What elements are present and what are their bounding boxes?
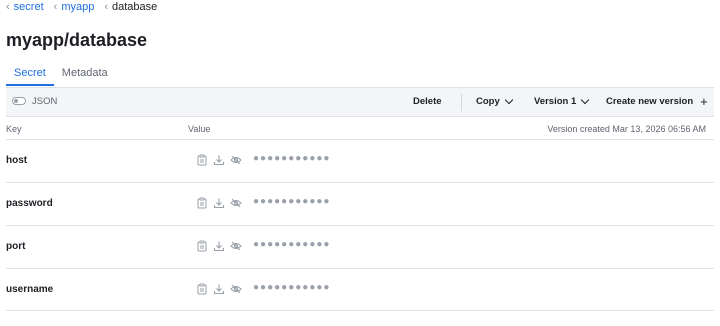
json-toggle-label: JSON xyxy=(32,96,58,107)
download-icon[interactable] xyxy=(213,197,225,209)
chevron-down-icon xyxy=(504,95,513,104)
eye-off-icon[interactable] xyxy=(230,240,242,252)
version-created-info: Version created Mar 13, 2026 06:56 AM xyxy=(547,124,706,134)
secret-key: username xyxy=(6,284,54,295)
column-header-value: Value xyxy=(188,124,211,134)
masked-value: ●●●●●●●●●●● xyxy=(253,153,331,164)
eye-off-icon[interactable] xyxy=(230,283,242,295)
plus-icon: + xyxy=(700,93,708,109)
eye-off-icon[interactable] xyxy=(230,154,242,166)
masked-value: ●●●●●●●●●●● xyxy=(253,196,331,207)
secret-key: password xyxy=(6,198,53,209)
masked-value: ●●●●●●●●●●● xyxy=(253,282,331,293)
eye-off-icon[interactable] xyxy=(230,197,242,209)
download-icon[interactable] xyxy=(213,240,225,252)
breadcrumb-link-secret[interactable]: secret xyxy=(14,1,44,13)
breadcrumb-link-myapp[interactable]: myapp xyxy=(61,1,94,13)
copy-icon[interactable] xyxy=(196,154,208,166)
toolbar: JSON Delete Copy Version 1 Create new ve… xyxy=(6,87,714,117)
tab-bar: Secret Metadata xyxy=(6,61,116,86)
download-icon[interactable] xyxy=(213,154,225,166)
chevron-left-icon: ‹ xyxy=(6,1,10,13)
column-header-key: Key xyxy=(6,124,22,134)
table-row: port ●●●●●●●●●●● xyxy=(6,225,714,268)
table-row: password ●●●●●●●●●●● xyxy=(6,182,714,225)
table-row: username ●●●●●●●●●●● xyxy=(6,268,714,311)
breadcrumb-current: database xyxy=(112,1,158,13)
tab-metadata[interactable]: Metadata xyxy=(54,61,116,85)
tab-secret[interactable]: Secret xyxy=(6,61,54,86)
copy-button[interactable]: Copy xyxy=(476,95,513,107)
copy-icon[interactable] xyxy=(196,197,208,209)
chevron-left-icon: ‹ xyxy=(104,1,109,13)
table-row: host ●●●●●●●●●●● xyxy=(6,139,714,182)
copy-icon[interactable] xyxy=(196,283,208,295)
delete-button[interactable]: Delete xyxy=(413,96,442,107)
create-new-version-label: Create new version xyxy=(606,96,694,107)
secret-key: host xyxy=(6,155,28,166)
secret-key: port xyxy=(6,241,26,252)
copy-button-label: Copy xyxy=(476,96,500,107)
json-toggle[interactable] xyxy=(12,97,26,105)
download-icon[interactable] xyxy=(213,283,225,295)
delete-button-label: Delete xyxy=(413,96,442,107)
version-dropdown-label: Version 1 xyxy=(534,96,577,107)
page-title: myapp/database xyxy=(6,30,148,50)
breadcrumb: ‹ secret ‹ myapp ‹ database xyxy=(6,0,157,14)
chevron-left-icon: ‹ xyxy=(53,1,58,13)
divider xyxy=(461,94,462,111)
masked-value: ●●●●●●●●●●● xyxy=(253,239,331,250)
chevron-down-icon xyxy=(581,95,590,104)
create-new-version-button[interactable]: Create new version + xyxy=(606,93,708,109)
version-dropdown[interactable]: Version 1 xyxy=(534,95,590,107)
copy-icon[interactable] xyxy=(196,240,208,252)
